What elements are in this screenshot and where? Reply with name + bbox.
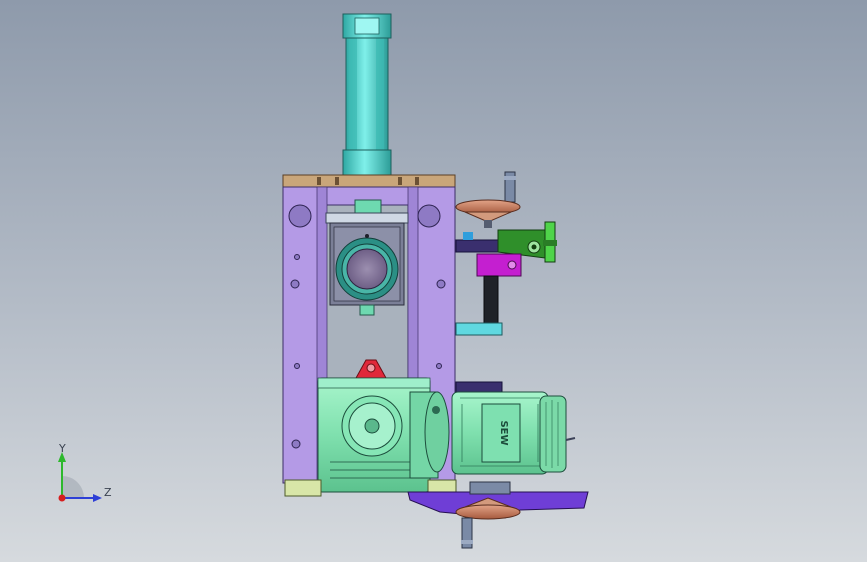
sensor-housing[interactable]	[325, 199, 409, 316]
upper-handwheel[interactable]	[455, 171, 521, 228]
pneumatic-cylinder[interactable]	[342, 13, 392, 195]
gearbox[interactable]	[317, 359, 450, 493]
motor-brand-label: SEW	[498, 420, 509, 445]
assembly-drawing[interactable]: SEW Y Z	[0, 0, 867, 562]
drive-motor[interactable]: SEW	[451, 391, 576, 475]
z-axis-label: Z	[104, 486, 112, 499]
top-plate[interactable]	[282, 174, 456, 188]
cad-viewport[interactable]: SEW Y Z	[0, 0, 867, 562]
adjustment-bracket-assembly[interactable]	[455, 221, 557, 397]
magenta-clamp[interactable]	[476, 253, 522, 277]
coordinate-triad: Y Z	[58, 442, 112, 502]
y-axis-label: Y	[58, 442, 66, 455]
